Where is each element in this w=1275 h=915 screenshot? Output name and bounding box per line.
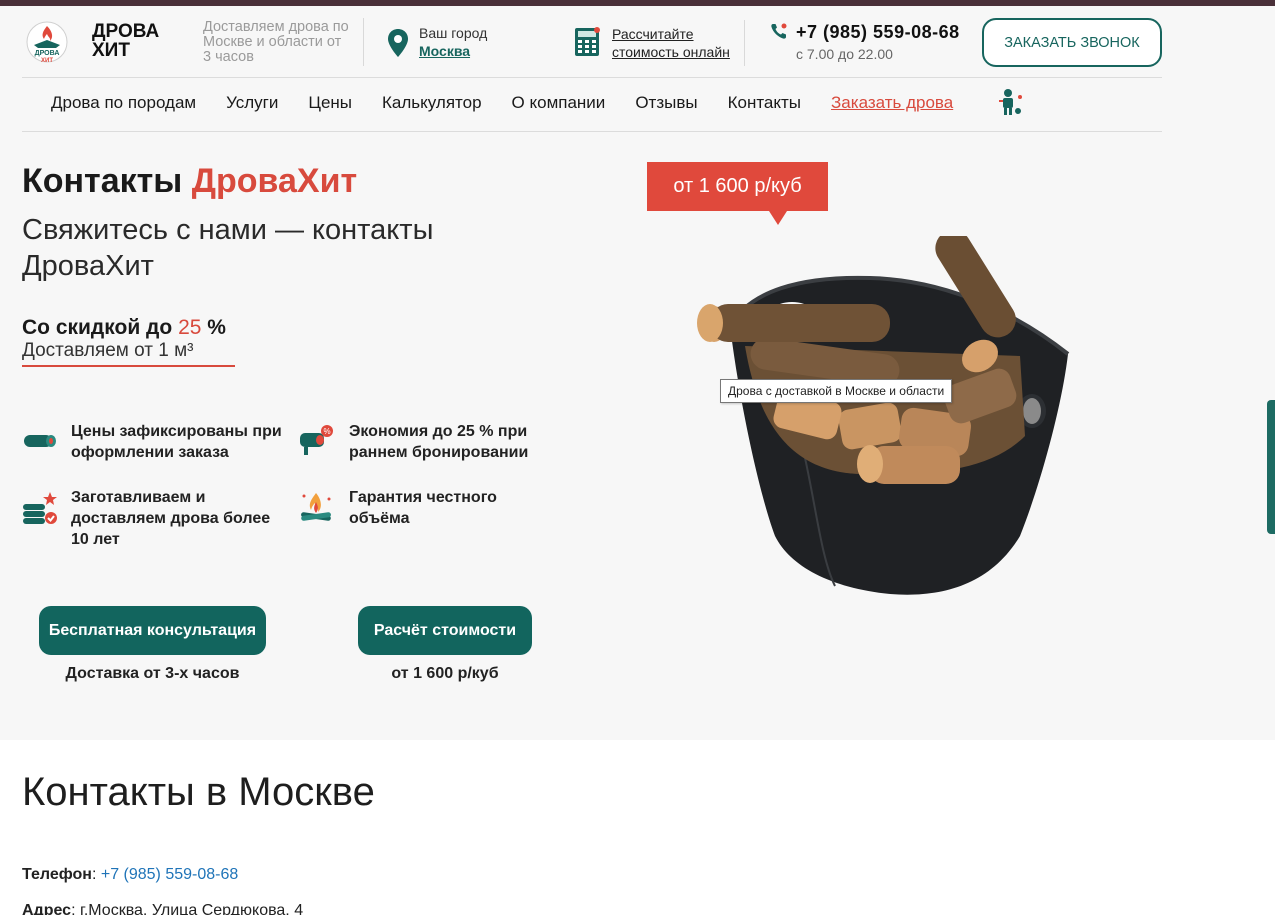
- nav-item-services[interactable]: Услуги: [226, 93, 278, 113]
- nav-top-divider: [22, 77, 1162, 78]
- campfire-icon: [301, 493, 331, 521]
- phone-icon: [771, 23, 787, 39]
- header-divider: [744, 20, 745, 66]
- calculate-online-link[interactable]: Рассчитайте стоимость онлайн: [612, 25, 737, 61]
- worker-icon: [999, 89, 1022, 115]
- page-title-main: Контакты: [22, 162, 192, 200]
- nav-item-prices[interactable]: Цены: [308, 93, 352, 113]
- discount-log-icon: %: [300, 425, 333, 455]
- delivery-time-note: Доставка от 3-х часов: [65, 665, 240, 682]
- price-badge-tip: [769, 211, 787, 225]
- city-selector-link[interactable]: Москва: [419, 43, 470, 59]
- logo-text-bottom: ХИТ: [41, 58, 53, 64]
- calculate-cost-button[interactable]: Расчёт стоимости: [358, 606, 532, 655]
- working-hours: с 7.00 до 22.00: [796, 46, 893, 62]
- image-tooltip: Дрова с доставкой в Москве и области: [720, 379, 953, 403]
- side-widget-tab[interactable]: [1267, 400, 1275, 534]
- brand-line-1: ДРОВА: [92, 21, 160, 42]
- contact-address-value: г.Москва, Улица Сердюкова, 4: [79, 902, 304, 915]
- price-note: от 1 600 р/куб: [391, 665, 499, 682]
- log-icon: [24, 435, 56, 447]
- nav-item-contacts[interactable]: Контакты: [728, 93, 801, 113]
- nav-bottom-divider: [22, 131, 1162, 132]
- discount-underline: [22, 365, 235, 367]
- stacked-logs-check-icon: [23, 492, 57, 524]
- discount-prefix: Со скидкой до: [22, 316, 179, 339]
- feature-fixed-prices: Цены зафиксированы при оформлении заказа: [71, 423, 282, 461]
- header-tagline: Доставляем дрова по Москве и области от …: [203, 19, 349, 65]
- free-consultation-button[interactable]: Бесплатная консультация: [39, 606, 266, 655]
- nav-item-wood-types[interactable]: Дрова по породам: [51, 93, 196, 113]
- header-divider: [363, 18, 364, 66]
- page-subtitle: Свяжитесь с нами — контакты ДроваХит: [22, 214, 434, 282]
- page-title: Контакты ДроваХит: [22, 162, 357, 201]
- calculator-icon: [575, 27, 600, 56]
- contact-phone-row: Телефон: +7 (985) 559-08-68: [22, 866, 239, 883]
- nav-item-order-wood[interactable]: Заказать дрова: [831, 93, 953, 113]
- main-nav: Дрова по породам Услуги Цены Калькулятор…: [51, 93, 955, 113]
- feature-early-booking: Экономия до 25 % при раннем бронировании: [349, 423, 529, 461]
- discount-headline: Со скидкой до 25 %: [22, 316, 226, 340]
- nav-item-reviews[interactable]: Отзывы: [635, 93, 697, 113]
- contact-address-row: Адрес: г.Москва, Улица Сердюкова, 4: [22, 902, 303, 915]
- delivery-minimum: Доставляем от 1 м³: [22, 340, 194, 361]
- nav-item-calculator[interactable]: Калькулятор: [382, 93, 482, 113]
- brand-name[interactable]: ДРОВА ХИТ: [92, 22, 159, 60]
- city-label: Ваш город: [419, 25, 488, 41]
- location-pin-icon: [388, 29, 408, 57]
- price-badge: от 1 600 р/куб: [647, 162, 828, 211]
- brand-line-2: ХИТ: [92, 40, 130, 61]
- discount-suffix: %: [201, 316, 226, 339]
- feature-honest-volume: Гарантия честного объёма: [349, 489, 497, 527]
- logo-icon[interactable]: ДРОВА ХИТ: [26, 18, 68, 66]
- contact-phone-link[interactable]: +7 (985) 559-08-68: [101, 866, 238, 883]
- contact-phone-label: Телефон: [22, 866, 92, 883]
- page-title-accent: ДроваХит: [191, 162, 358, 200]
- nav-item-about[interactable]: О компании: [512, 93, 606, 113]
- order-callback-button[interactable]: ЗАКАЗАТЬ ЗВОНОК: [982, 18, 1162, 67]
- contact-address-label: Адрес: [22, 902, 72, 915]
- logo-text-top: ДРОВА: [35, 50, 60, 57]
- header-phone-link[interactable]: +7 (985) 559-08-68: [796, 22, 960, 43]
- contacts-section-title: Контакты в Москве: [22, 770, 375, 814]
- discount-value: 25: [178, 316, 202, 339]
- feature-experience: Заготавливаем и доставляем дрова более 1…: [71, 489, 271, 548]
- firewood-basket-image: [697, 236, 1070, 595]
- percent-glyph: %: [323, 427, 330, 436]
